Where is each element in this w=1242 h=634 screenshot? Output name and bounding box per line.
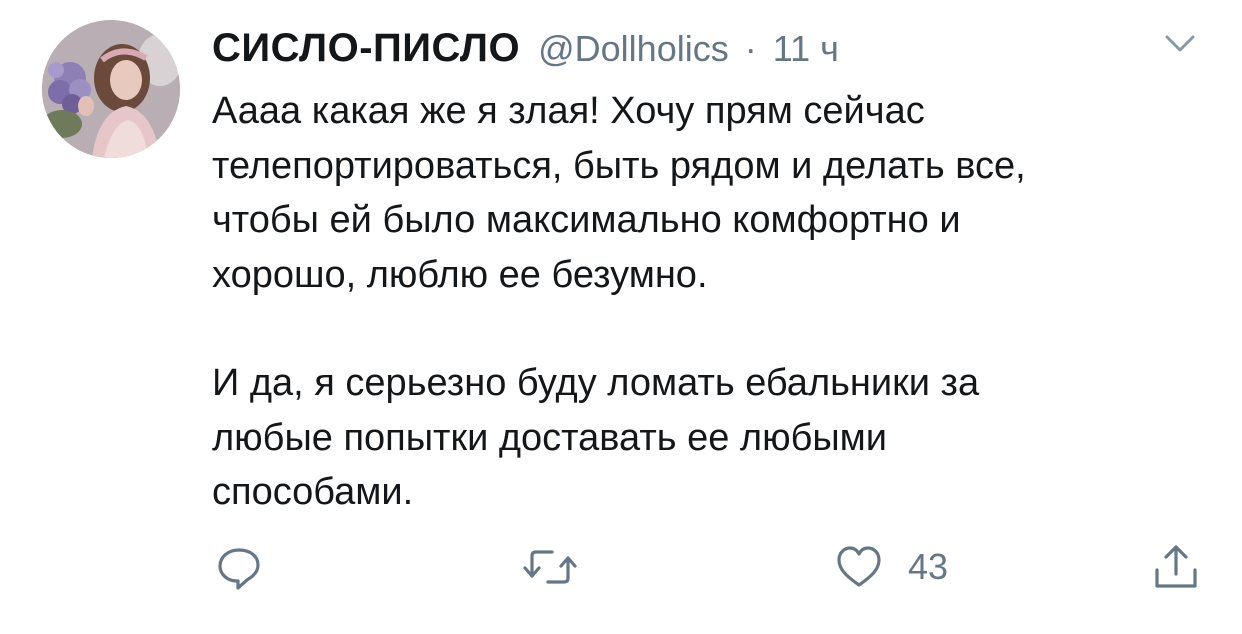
like-button[interactable]: 43 xyxy=(834,540,948,594)
chevron-down-icon[interactable] xyxy=(1164,32,1196,56)
heart-icon xyxy=(834,542,884,592)
share-button[interactable] xyxy=(1152,540,1200,594)
tweet-timestamp[interactable]: 11 ч xyxy=(773,28,839,70)
reply-button[interactable] xyxy=(214,540,264,594)
author-display-name[interactable]: СИСЛО-ПИСЛО xyxy=(212,26,520,71)
tweet-header: СИСЛО-ПИСЛО @Dollholics · 11 ч xyxy=(212,26,839,70)
tweet: СИСЛО-ПИСЛО @Dollholics · 11 ч Аааа кака… xyxy=(0,0,1242,634)
retweet-icon xyxy=(522,542,578,592)
like-count: 43 xyxy=(908,546,949,587)
header-separator: · xyxy=(744,28,757,69)
avatar-image xyxy=(42,20,180,158)
reply-icon xyxy=(214,542,264,592)
retweet-button[interactable] xyxy=(522,540,578,594)
tweet-text: Аааа какая же я злая! Хочу прям сейчас т… xyxy=(212,84,1192,520)
author-handle[interactable]: @Dollholics xyxy=(538,28,729,70)
share-icon xyxy=(1152,542,1200,592)
tweet-text-paragraph: И да, я серьезно буду ломать ебальники з… xyxy=(212,362,980,513)
tweet-actions: 43 xyxy=(0,540,1242,594)
tweet-text-paragraph: Аааа какая же я злая! Хочу прям сейчас т… xyxy=(212,90,1026,296)
avatar[interactable] xyxy=(42,20,180,158)
